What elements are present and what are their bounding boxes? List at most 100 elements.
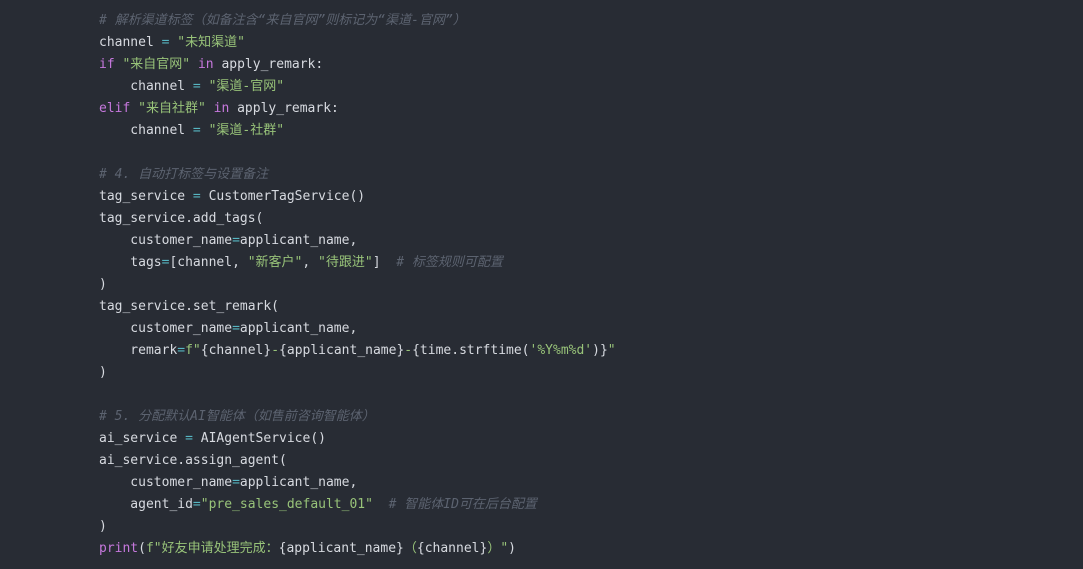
code-text: ai_service.assign_agent( xyxy=(99,453,287,468)
code-line: # 5. 分配默认AI智能体（如售前咨询智能体） xyxy=(99,406,616,428)
code-text: channel xyxy=(99,79,193,94)
code-text: )} xyxy=(592,343,608,358)
code-text: AIAgentService() xyxy=(192,431,326,446)
code-keyword: in xyxy=(213,101,230,116)
code-text: tags xyxy=(99,255,162,270)
code-operator: = xyxy=(185,431,193,446)
code-text: ) xyxy=(99,365,107,380)
code-operator: = xyxy=(192,497,201,512)
code-string: "待跟进" xyxy=(318,255,373,270)
code-text: {applicant_name} xyxy=(278,541,404,556)
code-line: customer_name=applicant_name, xyxy=(99,318,616,340)
code-string: ）" xyxy=(487,541,509,556)
code-text: customer_name xyxy=(99,233,233,248)
code-comment: # 解析渠道标签（如备注含“来自官网”则标记为“渠道-官网”） xyxy=(99,13,466,28)
code-string: "渠道-官网" xyxy=(208,79,285,94)
code-string: f"好友申请处理完成： xyxy=(145,541,279,556)
code-line: if "来自官网" in apply_remark: xyxy=(99,54,616,76)
code-string: - xyxy=(271,343,280,358)
code-text: [channel, xyxy=(169,255,248,270)
code-string: - xyxy=(404,343,413,358)
code-string: （ xyxy=(403,541,417,556)
code-operator: = xyxy=(177,343,186,358)
code-keyword: elif xyxy=(99,101,131,116)
code-keyword: in xyxy=(197,57,214,72)
code-string: "来自官网" xyxy=(122,57,191,72)
code-text: remark xyxy=(99,343,178,358)
code-line: # 解析渠道标签（如备注含“来自官网”则标记为“渠道-官网”） xyxy=(99,10,616,32)
code-text: {channel} xyxy=(200,343,272,358)
code-text: ai_service xyxy=(99,431,186,446)
code-line: tag_service.add_tags( xyxy=(99,208,616,230)
code-text: apply_remark: xyxy=(213,57,324,72)
code-line: channel = "渠道-官网" xyxy=(99,76,616,98)
code-text: customer_name xyxy=(99,321,233,336)
code-text: agent_id xyxy=(99,497,193,512)
code-text: applicant_name, xyxy=(239,475,358,490)
code-line: ai_service.assign_agent( xyxy=(99,450,616,472)
code-block[interactable]: # 解析渠道标签（如备注含“来自官网”则标记为“渠道-官网”） channel =… xyxy=(99,10,616,560)
code-line: customer_name=applicant_name, xyxy=(99,230,616,252)
code-editor[interactable]: # 解析渠道标签（如备注含“来自官网”则标记为“渠道-官网”） channel =… xyxy=(0,0,1083,569)
code-text: apply_remark: xyxy=(229,101,339,116)
code-text: , xyxy=(302,255,319,270)
code-line: elif "来自社群" in apply_remark: xyxy=(99,98,616,120)
code-keyword: if xyxy=(99,57,115,72)
code-text: {channel} xyxy=(416,541,488,556)
code-comment: # 4. 自动打标签与设置备注 xyxy=(99,167,269,182)
code-text: tag_service.set_remark( xyxy=(99,299,280,314)
code-line: ) xyxy=(99,516,616,538)
code-text: ) xyxy=(508,541,516,556)
code-line: tag_service.set_remark( xyxy=(99,296,616,318)
code-string: " xyxy=(607,343,616,358)
code-line: agent_id="pre_sales_default_01" # 智能体ID可… xyxy=(99,494,616,516)
code-operator: = xyxy=(232,321,240,336)
code-string: '%Y%m%d' xyxy=(529,343,593,358)
code-line: ) xyxy=(99,274,616,296)
code-operator: = xyxy=(192,79,201,94)
code-text: {applicant_name} xyxy=(279,343,405,358)
code-line: channel = "渠道-社群" xyxy=(99,120,616,142)
code-text: tag_service.add_tags( xyxy=(99,211,264,226)
code-keyword: print xyxy=(99,541,139,556)
code-operator: = xyxy=(192,189,201,204)
code-line: customer_name=applicant_name, xyxy=(99,472,616,494)
code-line: remark=f"{channel}-{applicant_name}-{tim… xyxy=(99,340,616,362)
code-text: customer_name xyxy=(99,475,233,490)
code-operator: = xyxy=(232,233,240,248)
code-operator: = xyxy=(192,123,201,138)
code-string: "新客户" xyxy=(247,255,303,270)
code-comment: # 标签规则可配置 xyxy=(396,255,503,270)
code-line: tag_service = CustomerTagService() xyxy=(99,186,616,208)
code-text: CustomerTagService() xyxy=(200,189,366,204)
code-string: "渠道-社群" xyxy=(208,123,285,138)
code-line: ai_service = AIAgentService() xyxy=(99,428,616,450)
code-string: f" xyxy=(185,343,201,358)
code-text: {time.strftime( xyxy=(412,343,530,358)
code-line: ) xyxy=(99,362,616,384)
code-text: tag_service xyxy=(99,189,193,204)
code-text: ( xyxy=(138,541,146,556)
code-text: ) xyxy=(99,277,107,292)
code-line: print(f"好友申请处理完成：{applicant_name}（{chann… xyxy=(99,538,616,560)
code-line: tags=[channel, "新客户", "待跟进"] # 标签规则可配置 xyxy=(99,252,616,274)
code-comment: # 智能体ID可在后台配置 xyxy=(388,497,537,512)
code-operator: = xyxy=(232,475,240,490)
code-text: channel xyxy=(99,35,162,50)
code-comment: # 5. 分配默认AI智能体（如售前咨询智能体） xyxy=(99,409,375,424)
code-string: "未知渠道" xyxy=(177,35,245,50)
code-text: ) xyxy=(99,519,107,534)
code-text: applicant_name, xyxy=(239,233,358,248)
code-text: ] xyxy=(372,255,397,270)
code-text: channel xyxy=(99,123,193,138)
code-line: # 4. 自动打标签与设置备注 xyxy=(99,164,616,186)
code-string: "pre_sales_default_01" xyxy=(200,497,373,512)
